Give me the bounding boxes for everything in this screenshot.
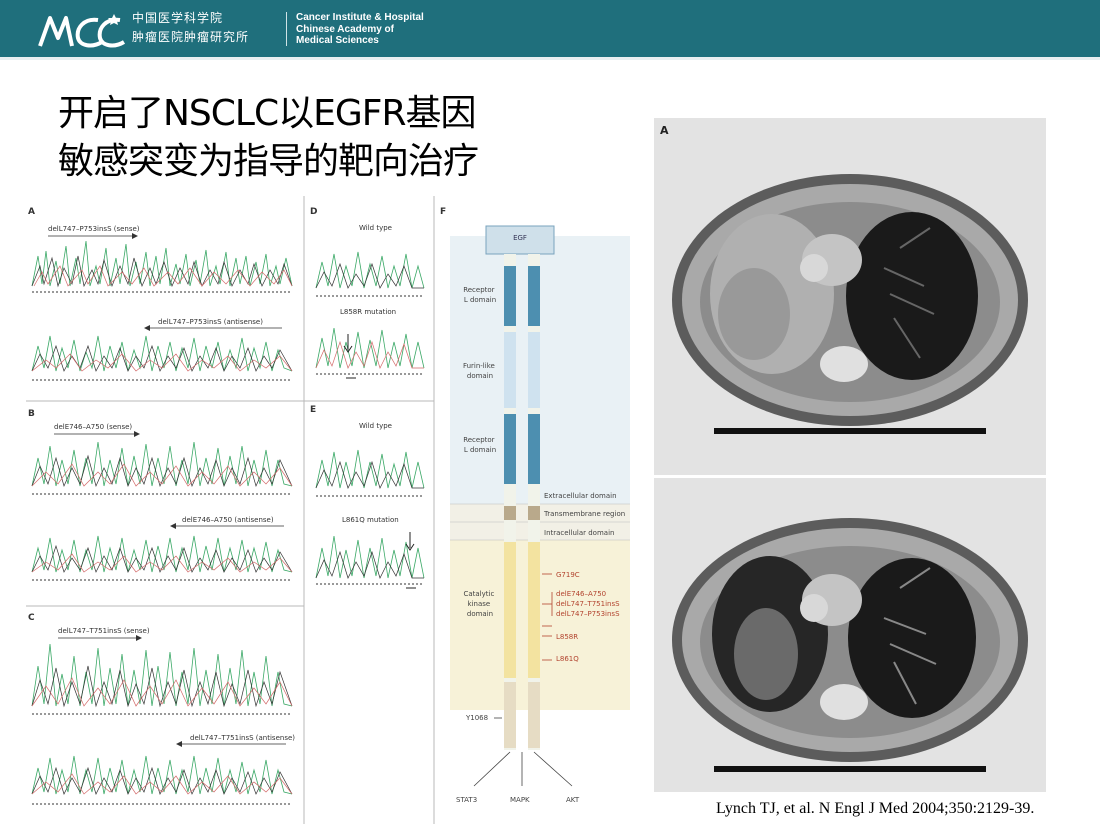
panel-d-mutation-label: L858R mutation [340, 308, 396, 316]
institute-name-en: Cancer Institute & Hospital Chinese Acad… [296, 12, 424, 47]
ct-scan-before: A [654, 118, 1046, 475]
mutation-g719c: G719C [556, 571, 580, 579]
mutation-l861q: L861Q [556, 655, 579, 663]
mutation-l858r: L858R [556, 633, 578, 641]
institute-name-cn-line2: 肿瘤医院肿瘤研究所 [132, 30, 250, 44]
region-transmembrane: Transmembrane region [543, 510, 625, 518]
panel-a-antisense-label: delL747–P753insS (antisense) [158, 318, 263, 326]
domain-furin-line2: domain [467, 372, 493, 380]
slide-title-line2: 敏感突变为指导的靶向治疗 [58, 141, 479, 182]
panel-b-antisense-label: delE746–A750 (antisense) [182, 516, 274, 524]
panel-e-wild-label: Wild type [359, 422, 392, 430]
region-extracellular: Extracellular domain [544, 492, 617, 500]
header-banner: 中国医学科学院 肿瘤医院肿瘤研究所 Cancer Institute & Hos… [0, 0, 1100, 60]
panel-a-letter: A [28, 207, 35, 217]
institute-name-cn: 中国医学科学院 肿瘤医院肿瘤研究所 [132, 9, 249, 47]
panel-c-letter: C [28, 613, 35, 623]
pathway-stat3: STAT3 [456, 796, 477, 804]
domain-receptor2-line2: L domain [464, 446, 496, 454]
panel-f-letter: F [440, 207, 446, 217]
ct-scan-after [654, 478, 1046, 792]
slide-title: 开启了NSCLC以EGFR基因 敏感突变为指导的靶向治疗 [58, 90, 479, 186]
mutation-dele746: delE746–A750 [556, 590, 606, 598]
pathway-akt: AKT [566, 796, 580, 804]
region-intracellular: Intracellular domain [544, 529, 614, 537]
panel-d-letter: D [310, 207, 317, 217]
panel-c-antisense-label: delL747–T751insS (antisense) [190, 734, 295, 742]
panel-a-sense-label: delL747–P753insS (sense) [48, 225, 140, 233]
mutation-dell747-t751: delL747–T751insS [556, 600, 620, 608]
institute-logo [38, 14, 126, 48]
domain-receptor1-line2: L domain [464, 296, 496, 304]
ct-panel-label: A [660, 124, 669, 137]
panel-e-letter: E [310, 405, 316, 415]
panel-b-letter: B [28, 409, 35, 419]
institute-name-en-line1: Cancer Institute & Hospital [296, 12, 424, 23]
pathway-arrows [473, 751, 573, 787]
mutation-dell747-p753: delL747–P753insS [556, 610, 620, 618]
reference-citation: Lynch TJ, et al. N Engl J Med 2004;350:2… [716, 800, 1035, 817]
sequencing-figure: A delL747–P753insS (sense) delL747–P753i… [26, 196, 633, 824]
domain-catalytic-line1: Catalytic [463, 590, 494, 598]
domain-catalytic-line3: domain [467, 610, 493, 618]
egf-label: EGF [513, 234, 527, 242]
panel-d-wild-label: Wild type [359, 224, 392, 232]
panel-e-mutation-label: L861Q mutation [342, 516, 399, 524]
domain-receptor2-line1: Receptor [463, 436, 494, 444]
panel-c-sense-label: delL747–T751insS (sense) [58, 627, 150, 635]
trace-a-sense [31, 240, 293, 287]
pathway-mapk: MAPK [510, 796, 530, 804]
panel-b-sense-label: delE746–A750 (sense) [54, 423, 132, 431]
institute-name-en-line3: Medical Sciences [296, 35, 379, 46]
domain-furin-line1: Furin-like [463, 362, 495, 370]
institute-name-en-line2: Chinese Academy of [296, 23, 394, 35]
slide-title-line1: 开启了NSCLC以EGFR基因 [58, 93, 476, 134]
domain-receptor1-line1: Receptor [463, 286, 494, 294]
svg-text:Catalytic kinase d: Catalytic kinase domain [463, 590, 496, 618]
site-y1068: Y1068 [465, 714, 488, 722]
institute-name-cn-line1: 中国医学科学院 [132, 11, 224, 25]
header-divider [286, 12, 287, 46]
domain-catalytic-line2: kinase [468, 600, 491, 608]
